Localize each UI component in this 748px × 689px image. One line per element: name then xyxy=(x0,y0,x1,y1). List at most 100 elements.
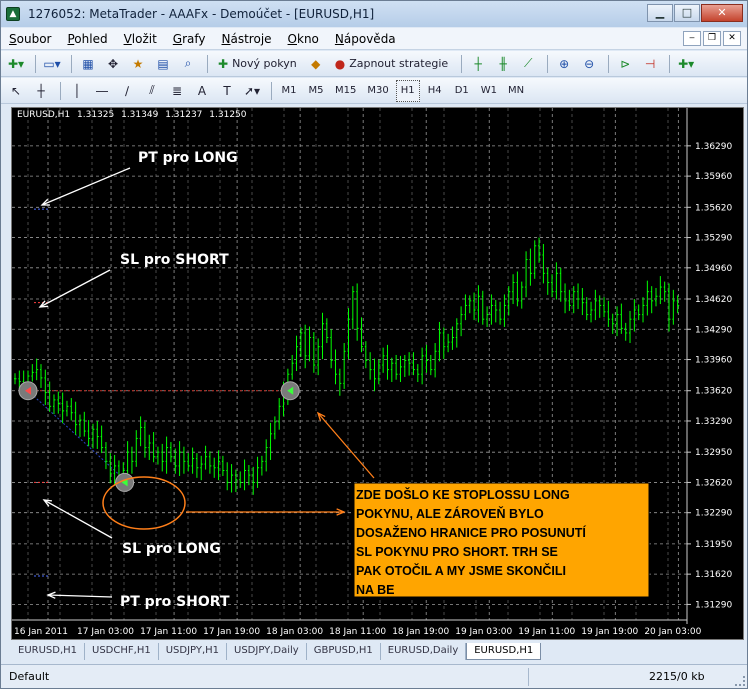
candle xyxy=(494,299,498,323)
period-m1[interactable]: M1 xyxy=(277,80,301,102)
strategy-tester-icon[interactable]: ⌕ xyxy=(177,53,199,75)
maximize-button[interactable]: □ xyxy=(674,4,700,22)
candle xyxy=(369,352,372,380)
candle xyxy=(555,262,558,300)
menu-okno[interactable]: Okno xyxy=(280,32,327,46)
terminal-icon[interactable]: ▤ xyxy=(152,53,174,75)
candle xyxy=(364,341,368,369)
period-h1[interactable]: H1 xyxy=(395,79,420,102)
time-tick-label: 17 Jan 19:00 xyxy=(203,627,260,637)
channel-icon[interactable]: ⫽ xyxy=(141,80,163,102)
price-chart[interactable]: PT pro LONG SL pro SHORT SL pro LONG PT pro… xyxy=(11,107,744,640)
menu-soubor[interactable]: Soubor xyxy=(1,32,59,46)
menu-vlozit[interactable]: Vložit xyxy=(116,32,165,46)
candle xyxy=(338,368,342,396)
tab-usdchf-h1[interactable]: USDCHF,H1 xyxy=(85,643,159,660)
price-tick-label: 1.34960 xyxy=(695,264,732,274)
profiles-icon[interactable]: ▭▾ xyxy=(41,53,63,75)
candle xyxy=(221,455,225,477)
candle xyxy=(559,267,563,302)
candle xyxy=(265,439,268,472)
candle xyxy=(473,292,476,321)
toolbar-separator xyxy=(271,81,272,100)
time-tick-label: 18 Jan 11:00 xyxy=(329,627,386,637)
minimize-button[interactable]: ▁ xyxy=(647,4,673,22)
market-watch-icon[interactable]: ▦ xyxy=(77,53,99,75)
mdi-restore-button[interactable]: ❐ xyxy=(703,31,721,46)
pt-short-label: PT pro SHORT xyxy=(120,594,230,610)
data-window-icon[interactable]: ✥ xyxy=(102,53,124,75)
candle-chart-icon[interactable]: ╫ xyxy=(492,53,514,75)
menu-napoveda[interactable]: Nápověda xyxy=(327,32,404,46)
navigator-icon[interactable]: ★ xyxy=(127,53,149,75)
period-m15[interactable]: M15 xyxy=(331,80,360,102)
tab-usdjpy-h1[interactable]: USDJPY,H1 xyxy=(159,643,227,660)
candle xyxy=(590,301,593,323)
period-w1[interactable]: W1 xyxy=(477,80,501,102)
chart-canvas[interactable]: PT pro LONG SL pro SHORT SL pro LONG PT pro… xyxy=(12,108,744,640)
price-tick-label: 1.35960 xyxy=(695,172,732,182)
horizontal-line-icon[interactable]: ― xyxy=(91,80,113,102)
candle xyxy=(577,283,580,310)
period-mn[interactable]: MN xyxy=(504,80,528,102)
fibonacci-icon[interactable]: ≣ xyxy=(166,80,188,102)
mdi-close-button[interactable]: ✕ xyxy=(723,31,741,46)
candle xyxy=(442,327,446,360)
tab-eurusd-h1-active[interactable]: EURUSD,H1 xyxy=(466,643,542,660)
menu-grafy[interactable]: Grafy xyxy=(165,32,214,46)
trendline-icon[interactable]: ∕ xyxy=(116,80,138,102)
cursor-icon[interactable]: ↖ xyxy=(5,80,27,102)
period-m30[interactable]: M30 xyxy=(363,80,392,102)
sl-hit-highlight-ellipse xyxy=(102,476,186,530)
candle xyxy=(260,455,264,476)
candle xyxy=(191,447,195,474)
period-m5[interactable]: M5 xyxy=(304,80,328,102)
candle xyxy=(295,335,299,371)
zoom-out-icon[interactable]: ⊖ xyxy=(578,53,600,75)
text-icon[interactable]: A xyxy=(191,80,213,102)
vertical-line-icon[interactable]: │ xyxy=(66,80,88,102)
candle xyxy=(633,299,636,332)
candle xyxy=(581,288,584,316)
arrow-shaft xyxy=(41,167,131,206)
candle xyxy=(135,430,138,467)
tab-gbpusd-h1[interactable]: GBPUSD,H1 xyxy=(307,643,381,660)
period-h4[interactable]: H4 xyxy=(423,80,447,102)
candle xyxy=(668,283,671,332)
indicators-icon[interactable]: ✚▾ xyxy=(675,53,697,75)
trade-connector-line xyxy=(27,390,128,483)
menu-nastroje[interactable]: Nástroje xyxy=(214,32,280,46)
tab-eurusd-daily[interactable]: EURUSD,Daily xyxy=(381,643,467,660)
candle xyxy=(74,401,78,435)
chart-symbol: EURUSD,H1 xyxy=(17,110,71,120)
candle xyxy=(386,344,389,380)
line-chart-icon[interactable]: ⟋ xyxy=(517,53,539,75)
menu-pohled[interactable]: Pohled xyxy=(59,32,115,46)
new-order-button[interactable]: ✚ Nový pokyn xyxy=(213,53,302,75)
candle xyxy=(52,394,56,415)
period-d1[interactable]: D1 xyxy=(450,80,474,102)
tab-usdjpy-daily[interactable]: USDJPY,Daily xyxy=(227,643,307,660)
arrow-shaft xyxy=(43,499,113,539)
price-tick-label: 1.34290 xyxy=(695,325,732,335)
chart-shift-icon[interactable]: ⊣ xyxy=(639,53,661,75)
arrows-icon[interactable]: ➚▾ xyxy=(241,80,263,102)
standard-toolbar: ✚▾ ▭▾ ▦ ✥ ★ ▤ ⌕ ✚ Nový pokyn ◆ ● Zapnout s… xyxy=(1,51,747,77)
candle xyxy=(130,446,134,474)
close-button[interactable]: ✕ xyxy=(701,4,743,22)
metaeditor-icon[interactable]: ◆ xyxy=(305,53,327,75)
auto-scroll-icon[interactable]: ⊳ xyxy=(614,53,636,75)
new-chart-icon[interactable]: ✚▾ xyxy=(5,53,27,75)
zoom-in-icon[interactable]: ⊕ xyxy=(553,53,575,75)
mdi-minimize-button[interactable]: ‒ xyxy=(683,31,701,46)
crosshair-icon[interactable]: ┼ xyxy=(30,80,52,102)
strategies-toggle-button[interactable]: ● Zapnout strategie xyxy=(330,53,453,75)
order-open-marker xyxy=(18,381,38,401)
tab-eurusd-h1[interactable]: EURUSD,H1 xyxy=(11,643,86,660)
candle xyxy=(382,347,385,373)
status-bar: Default 2215/0 kb xyxy=(1,664,747,688)
resize-grip-icon[interactable] xyxy=(735,676,745,686)
bar-chart-icon[interactable]: ┼ xyxy=(467,53,489,75)
text-label-icon[interactable]: T xyxy=(216,80,238,102)
candle xyxy=(321,312,325,360)
